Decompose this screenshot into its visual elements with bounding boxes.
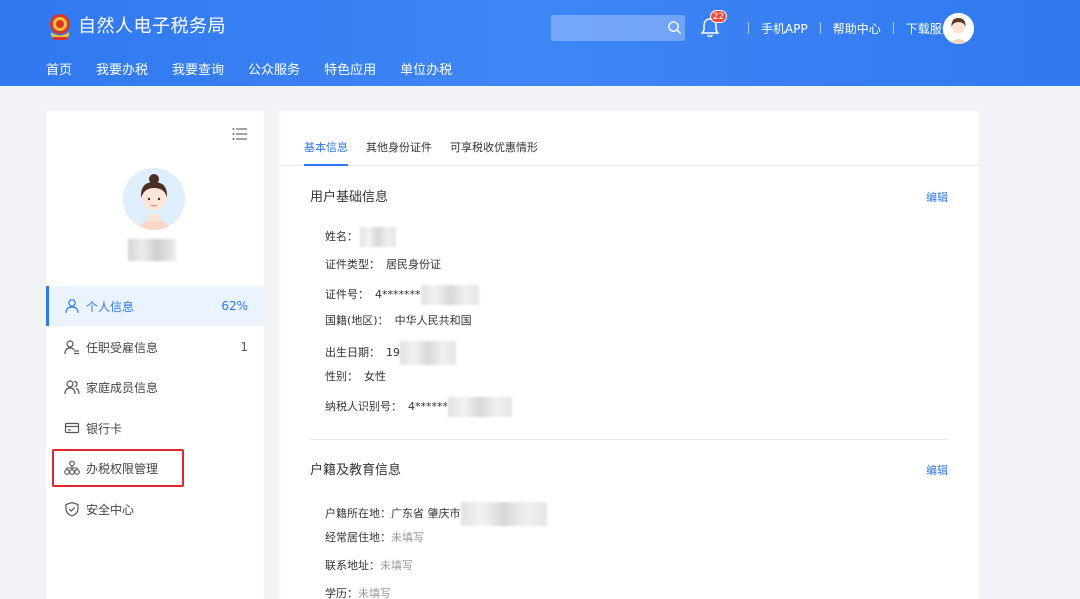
help-center-link[interactable]: 帮助中心: [833, 20, 881, 37]
masked-value: [448, 397, 512, 417]
field-value: 未填写: [358, 587, 391, 599]
sidebar-item-family-info[interactable]: 家庭成员信息: [46, 367, 264, 407]
edit-basic-button[interactable]: 编辑: [926, 190, 948, 206]
nav-corporate-tax[interactable]: 单位办税: [400, 62, 452, 80]
main-nav: 首页 我要办税 我要查询 公众服务 特色应用 单位办税: [46, 62, 476, 80]
field-name: 姓名：: [325, 227, 396, 247]
section-title-basic: 用户基础信息: [310, 190, 389, 205]
field-residence: 经常居住地： 未填写: [325, 530, 424, 546]
completion-percent: 62%: [221, 299, 248, 313]
field-value: 未填写: [391, 531, 424, 544]
divider: [748, 22, 749, 34]
main-panel: 基本信息 其他身份证件 可享税收优惠情形 用户基础信息 编辑 姓名： 证件类型：…: [279, 111, 979, 599]
field-value: 4*******: [375, 288, 421, 301]
field-nationality: 国籍(地区)： 中华人民共和国: [325, 313, 472, 329]
field-label: 出生日期：: [325, 346, 380, 359]
tab-basic-info[interactable]: 基本信息: [304, 140, 348, 166]
sidebar: 个人信息 62% 任职受雇信息 1 家庭成员信息 银行卡 办税权限管理 安全中心: [46, 111, 264, 599]
masked-value: [420, 285, 479, 305]
avatar-icon: [943, 13, 974, 44]
search-input[interactable]: [551, 15, 685, 41]
masked-value: [400, 341, 456, 365]
user-list-icon: [64, 340, 79, 355]
family-icon: [64, 380, 80, 395]
sidebar-item-label: 家庭成员信息: [86, 380, 159, 395]
field-gender: 性别： 女性: [325, 369, 386, 385]
section-divider: [310, 439, 948, 440]
top-links: 手机APP 帮助中心 下载服务: [736, 20, 954, 36]
sidebar-item-bank-card[interactable]: 银行卡: [46, 408, 264, 448]
field-label: 姓名：: [325, 230, 358, 243]
search-icon[interactable]: [667, 20, 682, 35]
avatar-icon: [123, 168, 185, 230]
field-label: 户籍所在地：: [325, 507, 391, 520]
field-label: 纳税人识别号：: [325, 400, 402, 413]
bank-card-icon: [64, 422, 80, 434]
mobile-app-link[interactable]: 手机APP: [761, 20, 808, 37]
tab-other-id[interactable]: 其他身份证件: [366, 140, 432, 156]
field-label: 联系地址：: [325, 559, 380, 572]
field-value: 未填写: [380, 559, 413, 572]
field-value: 居民身份证: [386, 258, 441, 271]
site-title[interactable]: 自然人电子税务局: [78, 14, 226, 40]
divider: [819, 22, 821, 34]
field-value: 中华人民共和国: [394, 314, 472, 327]
tab-bar: 基本信息 其他身份证件 可享税收优惠情形: [279, 111, 979, 166]
user-icon: [65, 299, 79, 314]
sidebar-item-employment-info[interactable]: 任职受雇信息 1: [46, 327, 264, 367]
divider: [892, 22, 894, 34]
sidebar-item-label: 安全中心: [86, 502, 135, 517]
nav-home[interactable]: 首页: [46, 62, 72, 80]
org-chart-icon: [64, 460, 80, 475]
section-title-household: 户籍及教育信息: [310, 463, 402, 478]
masked-user-name: [128, 239, 176, 261]
field-label: 证件号：: [325, 288, 369, 301]
nav-file-tax[interactable]: 我要办税: [96, 62, 148, 80]
field-birth-date: 出生日期： 19: [325, 341, 456, 365]
user-avatar[interactable]: [943, 13, 974, 44]
top-header: 自然人电子税务局 22 手机APP 帮助中心 下载服务 首页 我要办税 我要查询…: [0, 0, 1080, 86]
masked-value: [360, 227, 396, 247]
field-education: 学历： 未填写: [325, 586, 391, 599]
field-label: 证件类型：: [325, 258, 380, 271]
field-label: 性别：: [325, 370, 358, 383]
menu-toggle-icon[interactable]: [232, 127, 248, 141]
field-value: 4******: [408, 400, 448, 413]
nav-special-apps[interactable]: 特色应用: [324, 62, 376, 80]
edit-household-button[interactable]: 编辑: [926, 463, 948, 479]
masked-value: [460, 502, 547, 526]
sidebar-item-label: 办税权限管理: [86, 461, 159, 476]
nav-query[interactable]: 我要查询: [172, 62, 224, 80]
sidebar-item-personal-info[interactable]: 个人信息 62%: [46, 286, 264, 326]
field-hukou: 户籍所在地： 广东省 肇庆市: [325, 502, 547, 526]
field-value: 女性: [364, 370, 386, 383]
notification-badge: 22: [710, 10, 727, 23]
sidebar-item-security-center[interactable]: 安全中心: [46, 489, 264, 529]
tab-tax-benefits[interactable]: 可享税收优惠情形: [450, 140, 538, 156]
shield-icon: [65, 501, 79, 517]
sidebar-item-label: 个人信息: [86, 299, 135, 314]
field-label: 经常居住地：: [325, 531, 391, 544]
field-id-type: 证件类型： 居民身份证: [325, 257, 441, 273]
tax-emblem-icon: [50, 14, 70, 40]
sidebar-item-tax-permission[interactable]: 办税权限管理: [46, 448, 264, 488]
field-label: 学历：: [325, 587, 358, 599]
profile-avatar: [123, 168, 185, 230]
field-id-number: 证件号： 4*******: [325, 285, 479, 305]
field-label: 国籍(地区)：: [325, 314, 389, 327]
sidebar-item-label: 任职受雇信息: [86, 340, 159, 355]
nav-public-service[interactable]: 公众服务: [248, 62, 300, 80]
field-value: 19: [386, 346, 400, 359]
employment-count: 1: [240, 340, 248, 354]
field-value: 广东省 肇庆市: [391, 507, 461, 520]
sidebar-item-label: 银行卡: [86, 421, 123, 436]
field-taxpayer-id: 纳税人识别号： 4******: [325, 397, 512, 417]
field-contact-address: 联系地址： 未填写: [325, 558, 413, 574]
